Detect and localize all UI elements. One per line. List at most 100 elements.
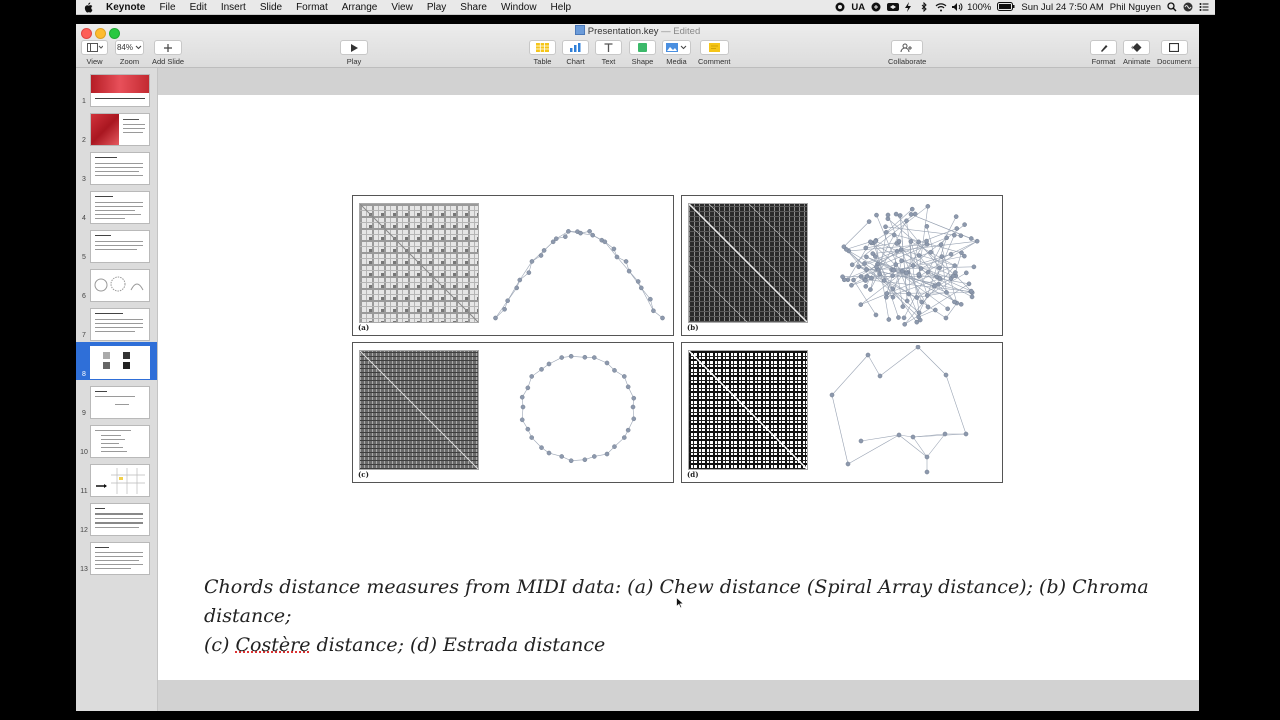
menu-help[interactable]: Help bbox=[551, 2, 572, 13]
slide-preview bbox=[90, 269, 150, 302]
figure-panel-b[interactable]: (b) bbox=[681, 195, 1003, 336]
menu-edit[interactable]: Edit bbox=[190, 2, 207, 13]
play-control: Play bbox=[340, 40, 368, 66]
text-button[interactable] bbox=[595, 40, 622, 55]
graph-node bbox=[622, 435, 627, 440]
slide-thumbnail-12[interactable]: 12 bbox=[76, 500, 157, 536]
graph-node bbox=[896, 238, 902, 244]
wifi-icon[interactable] bbox=[935, 2, 947, 12]
bluetooth-icon[interactable] bbox=[919, 1, 929, 13]
comment-button[interactable] bbox=[699, 40, 729, 55]
figure-panel-c[interactable]: (c) bbox=[352, 342, 674, 483]
slide-caption[interactable]: Chords distance measures from MIDI data:… bbox=[204, 573, 1184, 660]
graph-node bbox=[529, 374, 534, 379]
graph-node bbox=[582, 457, 588, 463]
graph-node bbox=[590, 232, 595, 238]
menu-share[interactable]: Share bbox=[460, 2, 487, 13]
slide-canvas[interactable]: (a) (b) (c) (d) Chords distance measures… bbox=[158, 68, 1199, 711]
graph-node bbox=[883, 224, 888, 230]
menu-arrange[interactable]: Arrange bbox=[342, 2, 378, 13]
slide-thumbnail-11[interactable]: 11 bbox=[76, 461, 157, 497]
graph-node bbox=[519, 417, 525, 423]
slide[interactable]: (a) (b) (c) (d) Chords distance measures… bbox=[158, 95, 1199, 680]
slide-thumbnail-6[interactable]: 6 bbox=[76, 266, 157, 302]
graph-node bbox=[862, 261, 867, 266]
slide-thumbnail-3[interactable]: 3 bbox=[76, 149, 157, 185]
bolt-icon[interactable] bbox=[903, 2, 913, 12]
graph-node bbox=[884, 229, 889, 235]
graph-node bbox=[910, 434, 916, 440]
add-slide-button[interactable] bbox=[154, 40, 183, 55]
notification-center-icon[interactable] bbox=[1199, 2, 1209, 12]
graph-node bbox=[902, 322, 907, 327]
shape-button[interactable] bbox=[629, 40, 656, 55]
collaborate-button[interactable] bbox=[891, 40, 924, 55]
graph-node bbox=[529, 259, 535, 264]
graph-node bbox=[625, 427, 631, 433]
slide-thumbnail-7[interactable]: 7 bbox=[76, 305, 157, 341]
slide-thumbnail-13[interactable]: 13 bbox=[76, 539, 157, 575]
view-button[interactable] bbox=[81, 40, 108, 55]
slide-thumbnail-5[interactable]: 5 bbox=[76, 227, 157, 263]
animate-label: Animate bbox=[1123, 57, 1151, 66]
graph-node bbox=[864, 254, 869, 260]
slide-thumbnail-9[interactable]: 9 bbox=[76, 383, 157, 419]
slide-thumbnail-8[interactable]: 8 bbox=[76, 342, 157, 380]
bar-chart-icon bbox=[570, 43, 581, 52]
slide-thumbnail-1[interactable]: 1 bbox=[76, 71, 157, 107]
graph-node bbox=[538, 253, 544, 258]
menu-slide[interactable]: Slide bbox=[260, 2, 282, 13]
apple-menu-icon[interactable] bbox=[82, 1, 94, 13]
graph-node bbox=[938, 242, 944, 247]
graph-node bbox=[886, 317, 892, 322]
graph-node bbox=[502, 306, 507, 312]
add-slide-label: Add Slide bbox=[152, 57, 185, 66]
chart-button[interactable] bbox=[562, 40, 589, 55]
menu-keynote[interactable]: Keynote bbox=[106, 2, 145, 13]
menu-play[interactable]: Play bbox=[427, 2, 446, 13]
animate-button[interactable] bbox=[1123, 40, 1151, 55]
siri-icon[interactable] bbox=[1183, 2, 1193, 12]
menu-clock[interactable]: Sun Jul 24 7:50 AM bbox=[1021, 2, 1103, 13]
graph-node bbox=[915, 345, 921, 350]
graph-edge bbox=[867, 354, 881, 377]
input-source[interactable]: UA bbox=[851, 2, 865, 13]
spotlight-search-icon[interactable] bbox=[1167, 2, 1177, 12]
vpn-icon[interactable] bbox=[887, 2, 900, 12]
slide-number: 13 bbox=[80, 566, 88, 573]
figure-panel-d[interactable]: (d) bbox=[681, 342, 1003, 483]
graph-node bbox=[951, 232, 957, 238]
media-button[interactable] bbox=[662, 40, 691, 55]
graph-node bbox=[933, 307, 938, 313]
menu-insert[interactable]: Insert bbox=[221, 2, 246, 13]
slide-number: 12 bbox=[80, 527, 88, 534]
menu-view[interactable]: View bbox=[391, 2, 413, 13]
graph-node bbox=[919, 299, 925, 305]
document-button[interactable] bbox=[1160, 40, 1188, 55]
chart-control: Chart bbox=[562, 40, 589, 66]
slide-preview bbox=[90, 152, 150, 185]
graph-node bbox=[928, 249, 933, 255]
menu-format[interactable]: Format bbox=[296, 2, 328, 13]
sync-icon[interactable] bbox=[871, 2, 881, 12]
slide-thumbnail-4[interactable]: 4 bbox=[76, 188, 157, 224]
graph-edge bbox=[955, 252, 962, 273]
graph-node bbox=[948, 251, 954, 257]
slide-navigator[interactable]: 1 2 3 4 5 6 7 8 9 10 11 12 13 bbox=[76, 68, 158, 711]
volume-icon[interactable] bbox=[951, 2, 963, 12]
slide-thumbnail-10[interactable]: 10 bbox=[76, 422, 157, 458]
figure-panel-a[interactable]: (a) bbox=[352, 195, 674, 336]
play-button[interactable] bbox=[340, 40, 368, 55]
slide-thumbnail-2[interactable]: 2 bbox=[76, 110, 157, 146]
record-icon[interactable] bbox=[835, 2, 845, 12]
menu-file[interactable]: File bbox=[159, 2, 175, 13]
graph-node bbox=[952, 263, 958, 268]
menu-user[interactable]: Phil Nguyen bbox=[1110, 2, 1161, 13]
menu-window[interactable]: Window bbox=[501, 2, 537, 13]
text-control: Text bbox=[595, 40, 622, 66]
format-button[interactable] bbox=[1090, 40, 1117, 55]
zoom-select[interactable]: 84% bbox=[115, 40, 144, 55]
slide-preview bbox=[90, 425, 150, 458]
battery-icon[interactable] bbox=[997, 2, 1015, 12]
table-button[interactable] bbox=[529, 40, 556, 55]
